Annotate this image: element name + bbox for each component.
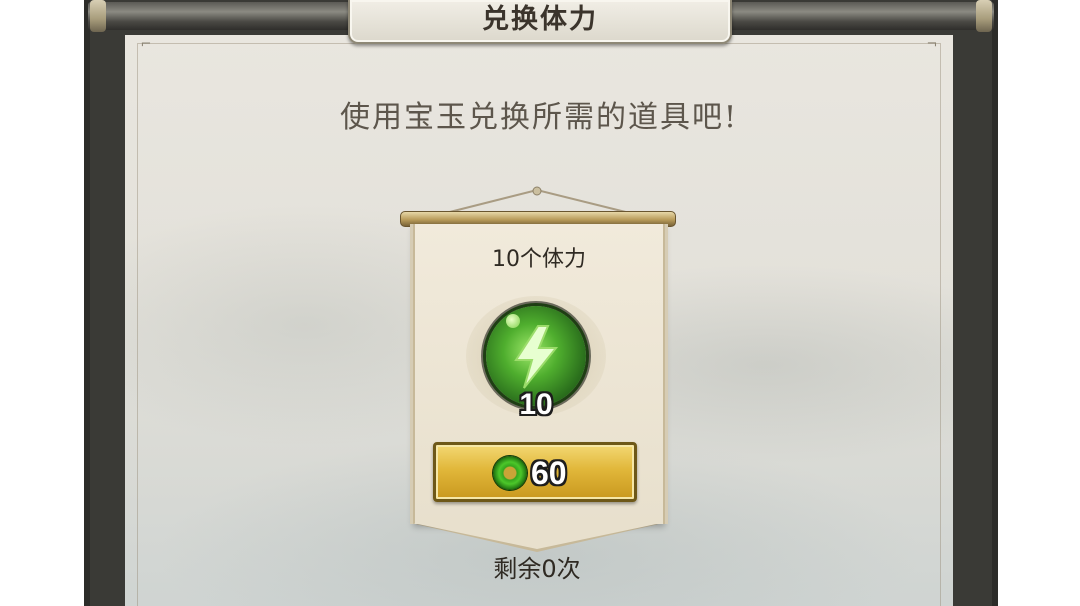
lightning-bolt-icon: [514, 325, 559, 389]
item-name: 10个体力: [492, 247, 586, 272]
title-plate: 兑换体力: [348, 0, 732, 44]
item-quantity: 10: [519, 388, 553, 421]
scroll-rod-left: [88, 2, 350, 30]
subtitle-text: 使用宝玉兑换所需的道具吧!: [339, 100, 739, 135]
jade-icon: [493, 456, 527, 490]
scroll-rod-cap-left: [90, 0, 106, 32]
price-label: 60: [531, 455, 567, 491]
banner-tail: [413, 523, 661, 549]
scroll-rod-right: [730, 2, 994, 30]
corner-ornament: ⌐: [140, 37, 152, 52]
scroll-rod-cap-right: [976, 0, 992, 32]
remaining-count: 剩余0次: [493, 555, 581, 583]
corner-ornament: ¬: [926, 37, 938, 52]
page-title: 兑换体力: [482, 4, 598, 35]
